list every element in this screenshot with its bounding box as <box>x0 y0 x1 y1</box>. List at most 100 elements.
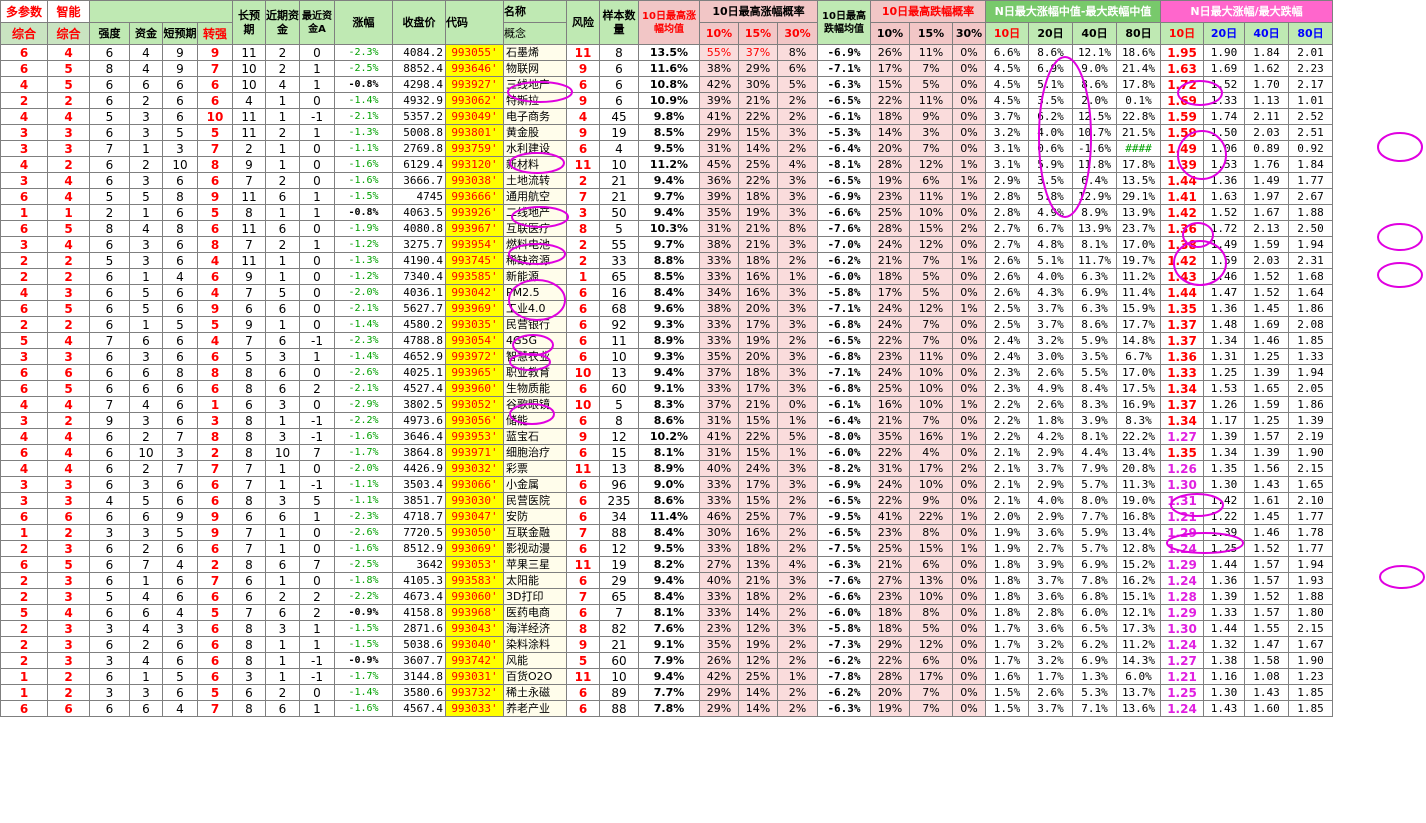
cell-m80[interactable]: 12.1% <box>1116 604 1161 621</box>
cell-avg10[interactable]: 8.3% <box>638 396 700 413</box>
cell-m40[interactable]: 7.8% <box>1072 572 1117 589</box>
cell-duanyuqi[interactable]: 7 <box>162 428 198 445</box>
cell-zhangfu[interactable]: -1.1% <box>334 476 393 493</box>
cell-d15[interactable]: 8% <box>909 524 953 541</box>
cell-zhangfu[interactable]: -2.1% <box>334 380 393 397</box>
cell-shoupanjia[interactable]: 5008.8 <box>392 124 446 141</box>
cell-changyuqi[interactable]: 6 <box>232 684 266 701</box>
cell-zonghe[interactable]: 3 <box>0 348 48 365</box>
cell-changyuqi[interactable]: 2 <box>232 140 266 157</box>
cell-zhuanqiang[interactable]: 9 <box>197 508 233 525</box>
cell-avg10[interactable]: 9.4% <box>638 204 700 221</box>
cell-m80[interactable]: 18.6% <box>1116 44 1161 61</box>
cell-yangben[interactable]: 88 <box>599 524 639 541</box>
cell-d30[interactable]: 0% <box>952 44 986 61</box>
cell-zijin[interactable]: 1 <box>129 668 163 685</box>
cell-d30[interactable]: 1% <box>952 188 986 205</box>
table-row[interactable]: 4 3 6 5 6 4 7 5 0 -2.0% 4036.1 993042' PM2.5 6 16 8.4% 3… <box>0 284 1377 301</box>
cell-zhuanqiang[interactable]: 6 <box>197 636 233 653</box>
cell-p15[interactable]: 18% <box>738 252 778 269</box>
cell-m10[interactable]: 3.2% <box>985 124 1029 141</box>
cell-p10[interactable]: 41% <box>699 428 739 445</box>
cell-d10[interactable]: 19% <box>870 700 910 717</box>
cell-qiangdu[interactable]: 6 <box>89 268 130 285</box>
cell-fengxian[interactable]: 6 <box>566 540 600 557</box>
cell-zonghe[interactable]: 2 <box>0 540 48 557</box>
cell-zuijin-zijinA[interactable]: 5 <box>299 492 335 509</box>
cell-zuijin-zijinA[interactable]: 0 <box>299 572 335 589</box>
cell-zonghe[interactable]: 3 <box>0 236 48 253</box>
cell-r20[interactable]: 1.34 <box>1203 332 1245 349</box>
cell-zhineng[interactable]: 2 <box>47 412 90 429</box>
cell-m20[interactable]: 3.7% <box>1028 572 1073 589</box>
cell-jinqi-zijin[interactable]: 1 <box>265 204 300 221</box>
cell-zhangfu[interactable]: -1.5% <box>334 188 393 205</box>
cell-fengxian[interactable]: 2 <box>566 172 600 189</box>
table-row[interactable]: 1 2 6 1 5 6 3 1 -1 -1.7% 3144.8 993031' 百货O2O 11 10 9.4… <box>0 668 1377 685</box>
cell-p15[interactable]: 21% <box>738 92 778 109</box>
cell-daima[interactable]: 993062' <box>445 92 504 109</box>
cell-daima[interactable]: 993054' <box>445 332 504 349</box>
cell-qiangdu[interactable]: 6 <box>89 92 130 109</box>
cell-avg-down[interactable]: -6.5% <box>817 492 871 509</box>
cell-zijin[interactable]: 6 <box>129 380 163 397</box>
cell-zhineng[interactable]: 2 <box>47 524 90 541</box>
cell-p30[interactable]: 5% <box>777 428 818 445</box>
cell-fengxian[interactable]: 6 <box>566 140 600 157</box>
cell-zhuanqiang[interactable]: 3 <box>197 412 233 429</box>
cell-d15[interactable]: 16% <box>909 428 953 445</box>
cell-changyuqi[interactable]: 7 <box>232 460 266 477</box>
cell-d30[interactable]: 1% <box>952 428 986 445</box>
cell-m80[interactable]: 17.5% <box>1116 380 1161 397</box>
cell-fengxian[interactable]: 6 <box>566 332 600 349</box>
cell-m80[interactable]: #### <box>1116 140 1161 157</box>
cell-shoupanjia[interactable]: 7720.5 <box>392 524 446 541</box>
table-row[interactable]: 6 5 6 6 6 6 8 6 2 -2.1% 4527.4 993960' 生物质能 6 60 9.1% 33… <box>0 380 1377 397</box>
cell-jinqi-zijin[interactable]: 1 <box>265 540 300 557</box>
cell-r10[interactable]: 1.31 <box>1160 492 1204 509</box>
cell-r80[interactable]: 1.77 <box>1288 172 1333 189</box>
cell-fengxian[interactable]: 6 <box>566 492 600 509</box>
cell-m80[interactable]: 17.8% <box>1116 156 1161 173</box>
cell-r10[interactable]: 1.34 <box>1160 380 1204 397</box>
cell-m10[interactable]: 2.1% <box>985 476 1029 493</box>
cell-duanyuqi[interactable]: 6 <box>162 476 198 493</box>
cell-daima[interactable]: 993969' <box>445 300 504 317</box>
cell-m10[interactable]: 1.7% <box>985 652 1029 669</box>
cell-avg-down[interactable]: -8.0% <box>817 428 871 445</box>
cell-p15[interactable]: 25% <box>738 508 778 525</box>
cell-avg10[interactable]: 8.9% <box>638 460 700 477</box>
cell-qiangdu[interactable]: 3 <box>89 524 130 541</box>
cell-r20[interactable]: 1.31 <box>1203 348 1245 365</box>
cell-r40[interactable]: 1.49 <box>1244 172 1289 189</box>
cell-r80[interactable]: 1.94 <box>1288 236 1333 253</box>
cell-yangben[interactable]: 12 <box>599 428 639 445</box>
cell-zonghe[interactable]: 4 <box>0 108 48 125</box>
cell-r80[interactable]: 1.33 <box>1288 348 1333 365</box>
cell-m40[interactable]: 6.8% <box>1072 588 1117 605</box>
cell-r40[interactable]: 1.52 <box>1244 284 1289 301</box>
cell-r80[interactable]: 2.51 <box>1288 124 1333 141</box>
cell-shoupanjia[interactable]: 4567.4 <box>392 700 446 717</box>
cell-d10[interactable]: 17% <box>870 60 910 77</box>
cell-avg-down[interactable]: -7.0% <box>817 236 871 253</box>
cell-r10[interactable]: 1.38 <box>1160 236 1204 253</box>
cell-fengxian[interactable]: 11 <box>566 668 600 685</box>
cell-r10[interactable]: 1.49 <box>1160 140 1204 157</box>
cell-d15[interactable]: 17% <box>909 668 953 685</box>
cell-jinqi-zijin[interactable]: 1 <box>265 524 300 541</box>
table-row[interactable]: 6 5 6 7 4 2 8 6 7 -2.5% 3642 993053' 苹果三星 11 19 8.2% 27%… <box>0 556 1377 573</box>
cell-avg-down[interactable]: -6.5% <box>817 172 871 189</box>
cell-r10[interactable]: 1.59 <box>1160 124 1204 141</box>
cell-d15[interactable]: 7% <box>909 684 953 701</box>
cell-zonghe[interactable]: 4 <box>0 76 48 93</box>
cell-fengxian[interactable]: 9 <box>566 428 600 445</box>
cell-zhangfu[interactable]: -2.2% <box>334 412 393 429</box>
cell-m20[interactable]: 4.9% <box>1028 380 1073 397</box>
cell-p10[interactable]: 31% <box>699 444 739 461</box>
cell-avg-down[interactable]: -7.6% <box>817 572 871 589</box>
cell-zhineng[interactable]: 3 <box>47 572 90 589</box>
cell-m80[interactable]: 15.2% <box>1116 556 1161 573</box>
cell-qiangdu[interactable]: 6 <box>89 428 130 445</box>
cell-zonghe[interactable]: 4 <box>0 284 48 301</box>
